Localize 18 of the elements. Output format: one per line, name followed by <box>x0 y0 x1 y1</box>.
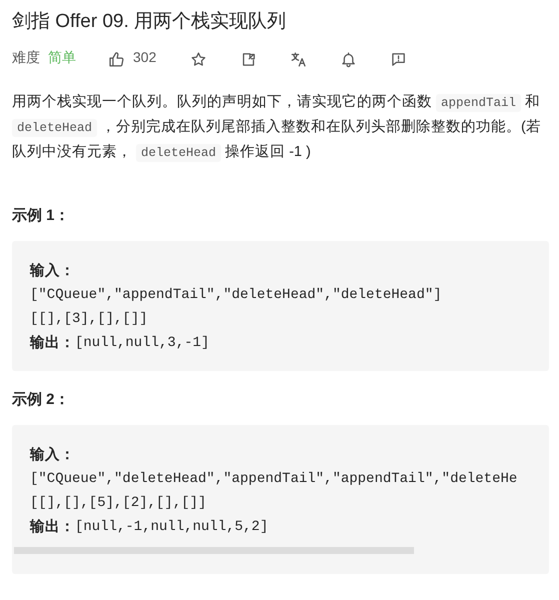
horizontal-scrollbar[interactable] <box>14 547 414 554</box>
input-line: [[],[],[5],[2],[],[]] <box>30 494 208 513</box>
problem-description: 用两个栈实现一个队列。队列的声明如下，请实现它的两个函数 appendTail 和 deleteHead ，分别完成在队列尾部插入整数和在队列头部删除整数的功能。(若队列中没有元素， deleteHead 操作返回 -1 ) <box>12 92 542 164</box>
problem-title: 剑指 Offer 09. 用两个栈实现队列 <box>12 10 288 34</box>
difficulty-label: 难度 <box>12 48 40 66</box>
output-value: [null,-1,null,null,5,2] <box>75 518 268 537</box>
like-count: 302 <box>133 48 156 66</box>
output-value: [null,null,3,-1] <box>75 334 210 353</box>
input-label: 输入： <box>30 262 76 281</box>
difficulty-level: 简单 <box>48 48 76 66</box>
input-line: ["CQueue","deleteHead","appendTail","appendTail","deleteHe <box>30 470 518 489</box>
example-heading: 示例 2： <box>12 390 71 410</box>
input-line: ["CQueue","appendTail","deleteHead","deleteHead"] <box>30 286 443 305</box>
input-line: [[],[3],[],[]] <box>30 310 149 329</box>
output-label: 输出： <box>30 518 75 537</box>
example-heading: 示例 1： <box>12 206 71 226</box>
input-label: 输入： <box>30 446 76 465</box>
output-label: 输出： <box>30 334 75 353</box>
